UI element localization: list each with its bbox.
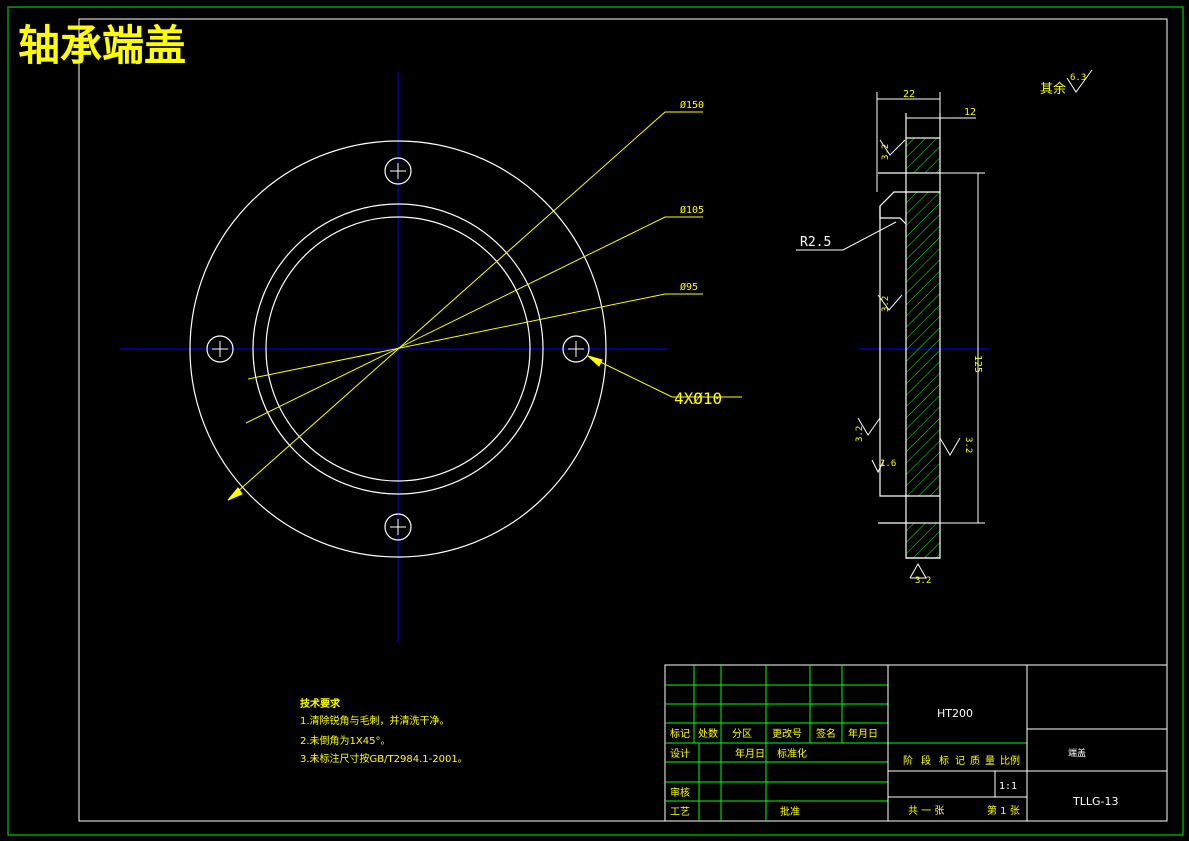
- tech-heading: 技术要求: [300, 697, 341, 710]
- tb-drawing-name: 端盖: [1068, 747, 1086, 759]
- tb-rev-header-5: 签名: [816, 727, 836, 740]
- outer-sheet-border: [7, 6, 1184, 836]
- tb-process: 工艺: [670, 806, 690, 818]
- cad-drawing: 轴承端盖 Ø150 Ø105 Ø95 4XØ10 22 12 125 R2.5 …: [7, 6, 1184, 836]
- tb-design: 设计: [670, 747, 690, 760]
- front-view: Ø150 Ø105 Ø95 4XØ10: [120, 72, 742, 642]
- roughness-3: 3.2: [855, 426, 865, 442]
- tb-scale: 1:1: [999, 781, 1017, 792]
- tb-stage-5: 质: [970, 755, 980, 767]
- dim-inner-diameter: Ø95: [680, 281, 698, 293]
- drawing-frame: [78, 18, 1168, 822]
- dim-outer-diameter: Ø150: [680, 99, 704, 111]
- roughness-6: 3.2: [915, 576, 931, 586]
- roughness-4: 3.2: [963, 437, 973, 453]
- dim-mid-diameter: Ø105: [680, 204, 704, 216]
- tb-approve: 批准: [780, 805, 800, 818]
- tb-stage-4: 记: [955, 755, 965, 767]
- roughness-other-label: 其余: [1040, 81, 1066, 97]
- tb-review: 审核: [670, 786, 690, 799]
- tb-stage-1: 阶: [903, 754, 913, 767]
- tech-line-3: 3.未标注尺寸按GB/T2984.1-2001。: [300, 752, 468, 765]
- tb-stage-2: 段: [921, 754, 931, 767]
- tb-sheet-no: 第 1 张: [987, 804, 1020, 817]
- tb-rev-header-4: 更改号: [772, 727, 802, 740]
- tb-rev-header-3: 分区: [732, 728, 752, 740]
- tb-rev-header-1: 标记: [670, 728, 690, 740]
- tb-total-sheets: 共 一 张: [908, 805, 944, 817]
- tb-stage-7: 比例: [1000, 754, 1020, 767]
- tb-material: HT200: [937, 707, 973, 720]
- title-block: 标记 处数 分区 更改号 签名 年月日 设计 年月日 标准化 审核 工艺 批准 …: [664, 664, 1168, 822]
- dim-bolt-holes: 4XØ10: [674, 389, 722, 408]
- dim-pcd: 125: [972, 355, 983, 373]
- roughness-other-value: 6.3: [1070, 73, 1086, 83]
- tb-drawing-no: TLLG-13: [1072, 795, 1118, 808]
- side-view: 22 12 125 R2.5 3.2 3.2 3.2 3.2 1.6 3.2 其…: [796, 69, 1093, 586]
- tb-stage-3: 标: [939, 755, 949, 767]
- tech-line-1: 1.清除锐角与毛刺，并清洗干净。: [300, 714, 450, 727]
- roughness-2: 3.2: [881, 296, 891, 312]
- tech-line-2: 2.未倒角为1X45°。: [300, 735, 390, 747]
- roughness-1: 3.2: [881, 144, 891, 160]
- dim-step: 12: [964, 107, 976, 118]
- drawing-title: 轴承端盖: [18, 21, 186, 70]
- dim-width: 22: [903, 89, 915, 100]
- fillet-label: R2.5: [800, 235, 831, 250]
- roughness-5: 1.6: [880, 459, 896, 469]
- tb-stage-6: 量: [985, 755, 995, 767]
- tb-rev-header-6: 年月日: [848, 727, 878, 740]
- tb-rev-header-2: 处数: [698, 727, 718, 740]
- technical-requirements: 技术要求 1.清除锐角与毛刺，并清洗干净。 2.未倒角为1X45°。 3.未标注…: [300, 697, 468, 765]
- tb-standard: 标准化: [777, 747, 807, 760]
- tb-date: 年月日: [735, 747, 765, 760]
